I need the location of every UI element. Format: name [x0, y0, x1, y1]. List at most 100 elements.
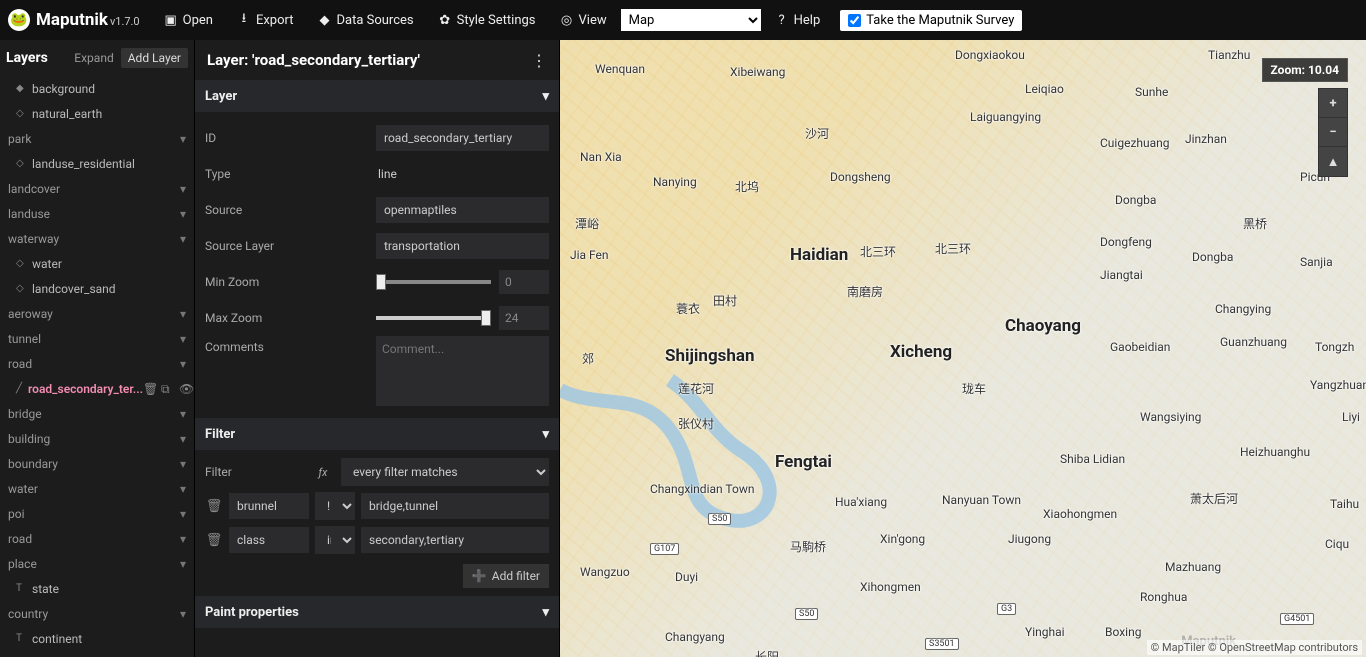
layer-row[interactable]: Tcontinent: [0, 626, 194, 651]
layer-row[interactable]: Tstate: [0, 576, 194, 601]
chevron-down-icon: ▾: [180, 207, 186, 221]
survey-checkbox[interactable]: [848, 14, 861, 27]
layer-row[interactable]: aeroway▾: [0, 301, 194, 326]
layer-name: water: [32, 257, 62, 271]
data-sources-button[interactable]: ◆Data Sources: [307, 0, 423, 40]
visibility-icon[interactable]: 👁: [179, 382, 193, 396]
road-shield: S3501: [925, 635, 959, 650]
filter-field-input[interactable]: [229, 493, 309, 519]
layer-name: waterway: [8, 232, 59, 246]
map-label: Changxindian Town: [650, 482, 754, 496]
map-label: Xin'gong: [880, 532, 925, 546]
minzoom-input[interactable]: [499, 270, 549, 294]
layer-row[interactable]: ◇landuse_residential: [0, 151, 194, 176]
maxzoom-slider[interactable]: [376, 316, 491, 320]
trash-icon[interactable]: 🗑: [205, 533, 223, 548]
layer-name: building: [8, 432, 50, 446]
open-icon: ▣: [164, 13, 178, 27]
minzoom-slider[interactable]: [376, 280, 491, 284]
trash-icon[interactable]: 🗑: [205, 499, 223, 514]
map-label: Fengtai: [775, 452, 832, 472]
kebab-menu-icon[interactable]: ⋮: [531, 51, 547, 70]
layer-row[interactable]: ◇landcover_sand: [0, 276, 194, 301]
layer-row[interactable]: bridge▾: [0, 401, 194, 426]
compass-button[interactable]: ▲: [1319, 147, 1347, 176]
source-label: Source: [205, 203, 370, 217]
map-label: 马駒桥: [790, 538, 826, 555]
layer-name: park: [8, 132, 31, 146]
layer-row[interactable]: park▾: [0, 126, 194, 151]
section-filter-header[interactable]: Filter▾: [195, 418, 559, 450]
type-label: Type: [205, 167, 370, 181]
layer-row[interactable]: landcover▾: [0, 176, 194, 201]
help-button[interactable]: ?Help: [765, 0, 831, 40]
filter-op-select[interactable]: in: [315, 526, 355, 554]
add-filter-button[interactable]: ➕Add filter: [463, 564, 549, 588]
filter-value-input[interactable]: [361, 493, 549, 519]
section-paint-header[interactable]: Paint properties▾: [195, 596, 559, 628]
layer-name: tunnel: [8, 332, 41, 346]
open-button[interactable]: ▣Open: [154, 0, 223, 40]
road-shield: G3: [997, 600, 1016, 615]
layer-row[interactable]: water▾: [0, 476, 194, 501]
delete-icon[interactable]: 🗑: [143, 382, 157, 396]
id-label: ID: [205, 131, 370, 145]
view-label: ◎View: [550, 0, 617, 40]
map-label: 蓑衣: [676, 300, 700, 317]
id-input[interactable]: [376, 125, 549, 151]
expand-button[interactable]: Expand: [67, 48, 120, 68]
map-label: Wenquan: [595, 62, 645, 76]
layer-row[interactable]: poi▾: [0, 501, 194, 526]
duplicate-icon[interactable]: ⧉: [161, 382, 175, 396]
map-label: Sanjia: [1300, 255, 1333, 269]
map-label: Changyang: [665, 630, 725, 644]
survey-button[interactable]: Take the Maputnik Survey: [840, 10, 1022, 31]
eye-icon: ◎: [560, 13, 574, 27]
layer-row[interactable]: ◆background: [0, 76, 194, 101]
map-label: Chaoyang: [1005, 316, 1081, 336]
layer-row[interactable]: road▾: [0, 351, 194, 376]
layer-name: road_secondary_ter...: [28, 382, 143, 396]
layer-row[interactable]: road▾: [0, 526, 194, 551]
fx-icon[interactable]: ƒx: [311, 466, 335, 479]
layer-row[interactable]: building ▾: [0, 426, 194, 451]
editor-heading: Layer: 'road_secondary_tertiary': [207, 51, 531, 69]
layer-row[interactable]: ◇natural_earth: [0, 101, 194, 126]
layer-row[interactable]: country▾: [0, 601, 194, 626]
filter-op-select[interactable]: !in: [315, 492, 355, 520]
layer-type-icon: T: [16, 583, 26, 594]
maxzoom-label: Max Zoom: [205, 311, 370, 325]
layer-type-icon: ◇: [16, 158, 26, 169]
maxzoom-input[interactable]: [499, 306, 549, 330]
layer-row[interactable]: ◇water: [0, 251, 194, 276]
chevron-down-icon: ▾: [180, 432, 186, 446]
layer-row[interactable]: place▾: [0, 551, 194, 576]
layer-name: landcover: [8, 182, 60, 196]
map-label: Dongfeng: [1100, 235, 1152, 249]
layer-row[interactable]: boundary▾: [0, 451, 194, 476]
zoom-in-button[interactable]: +: [1319, 89, 1347, 118]
layer-row[interactable]: tunnel▾: [0, 326, 194, 351]
zoom-out-button[interactable]: −: [1319, 118, 1347, 147]
map-label: Ciqu: [1325, 537, 1349, 551]
layer-row[interactable]: landuse▾: [0, 201, 194, 226]
comments-input[interactable]: [376, 336, 549, 406]
map-label: 潭峪: [575, 215, 599, 232]
map-label: Xibeiwang: [730, 65, 785, 79]
view-select[interactable]: Map: [621, 9, 761, 31]
source-layer-input[interactable]: [376, 233, 549, 259]
layer-row[interactable]: ╱road_secondary_ter...🗑⧉👁: [0, 376, 194, 401]
section-layer-header[interactable]: Layer▾: [195, 80, 559, 112]
map-label: Dongba: [1192, 250, 1233, 264]
source-input[interactable]: [376, 197, 549, 223]
filter-mode-select[interactable]: every filter matches: [341, 458, 549, 486]
layer-list[interactable]: ◆background◇natural_earthpark▾◇landuse_r…: [0, 76, 194, 656]
export-button[interactable]: ⭳Export: [227, 0, 304, 40]
layer-row[interactable]: waterway▾: [0, 226, 194, 251]
map-view[interactable]: WenquanXibeiwangDongxiaokouTianzhuLeiqia…: [560, 40, 1366, 657]
filter-field-input[interactable]: [229, 527, 309, 553]
style-settings-button[interactable]: ✿Style Settings: [428, 0, 546, 40]
add-layer-button[interactable]: Add Layer: [121, 48, 188, 68]
export-icon: ⭳: [237, 13, 251, 27]
filter-value-input[interactable]: [361, 527, 549, 553]
